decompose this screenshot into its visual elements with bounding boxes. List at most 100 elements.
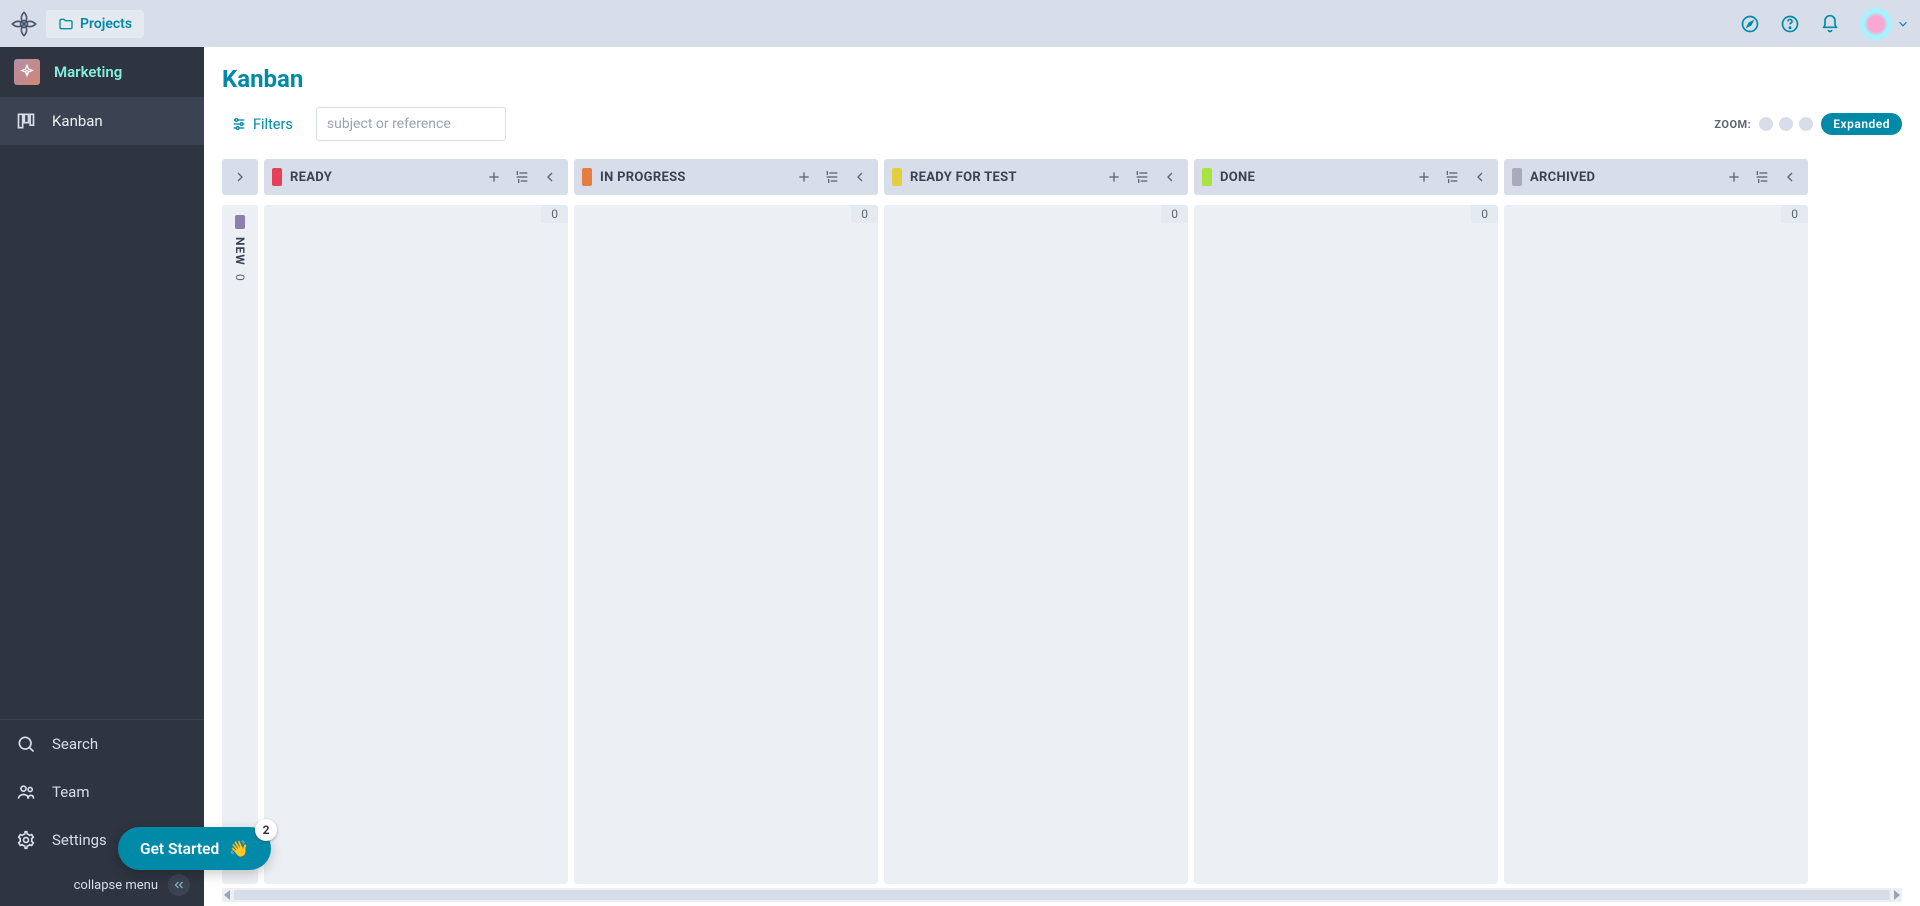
column-body[interactable]: 0 bbox=[1504, 205, 1808, 884]
column: DONE 0 bbox=[1194, 159, 1498, 884]
get-started-badge: 2 bbox=[255, 819, 277, 841]
add-card-button[interactable] bbox=[1414, 167, 1434, 187]
column-body: NEW 0 bbox=[222, 205, 258, 884]
horizontal-scrollbar[interactable] bbox=[222, 888, 1902, 902]
chevron-double-left-icon bbox=[168, 874, 190, 896]
kanban-icon bbox=[14, 109, 38, 133]
zoom-level-3[interactable] bbox=[1799, 117, 1813, 131]
chevron-down-icon bbox=[1896, 17, 1910, 31]
add-card-button[interactable] bbox=[1104, 167, 1124, 187]
column-title: READY FOR TEST bbox=[910, 170, 1096, 185]
sidebar-item-search[interactable]: Search bbox=[0, 720, 204, 768]
search-icon bbox=[14, 732, 38, 756]
search-box[interactable] bbox=[316, 107, 506, 141]
column-count: 0 bbox=[541, 205, 568, 223]
filters-button[interactable]: Filters bbox=[222, 109, 302, 140]
column-color-swatch bbox=[582, 168, 592, 186]
collapse-column-button[interactable] bbox=[540, 167, 560, 187]
get-started-button[interactable]: Get Started 👋 2 bbox=[118, 827, 271, 870]
avatar bbox=[1860, 8, 1892, 40]
discover-icon[interactable] bbox=[1734, 8, 1766, 40]
projects-label: Projects bbox=[80, 16, 132, 32]
search-input[interactable] bbox=[327, 116, 505, 132]
column-body[interactable]: 0 bbox=[264, 205, 568, 884]
collapse-column-button[interactable] bbox=[1780, 167, 1800, 187]
zoom-level-1[interactable] bbox=[1759, 117, 1773, 131]
sidebar-item-label: Kanban bbox=[52, 112, 103, 130]
zoom-level-2[interactable] bbox=[1779, 117, 1793, 131]
collapse-column-button[interactable] bbox=[850, 167, 870, 187]
column-title: READY bbox=[290, 170, 476, 185]
column-color-swatch bbox=[272, 168, 282, 186]
column: READY 0 bbox=[264, 159, 568, 884]
topbar: Projects bbox=[0, 0, 1920, 47]
column-header: IN PROGRESS bbox=[574, 159, 878, 195]
app-logo-icon[interactable] bbox=[10, 10, 38, 38]
column-title: IN PROGRESS bbox=[600, 170, 786, 185]
sidebar-item-team[interactable]: Team bbox=[0, 768, 204, 816]
sidebar-item-label: Search bbox=[52, 735, 98, 753]
sidebar-item-kanban[interactable]: Kanban bbox=[0, 97, 204, 145]
column-options-button[interactable] bbox=[1132, 167, 1152, 187]
folder-icon bbox=[58, 16, 74, 32]
column-color-swatch bbox=[1202, 168, 1212, 186]
column: READY FOR TEST 0 bbox=[884, 159, 1188, 884]
help-icon[interactable] bbox=[1774, 8, 1806, 40]
column: ARCHIVED 0 bbox=[1504, 159, 1808, 884]
column-header: DONE bbox=[1194, 159, 1498, 195]
team-icon bbox=[14, 780, 38, 804]
zoom-expanded-button[interactable]: Expanded bbox=[1821, 113, 1902, 135]
wave-icon: 👋 bbox=[229, 839, 249, 858]
zoom-control: ZOOM: Expanded bbox=[1714, 113, 1902, 135]
column-count: 0 bbox=[233, 274, 247, 281]
collapse-menu[interactable]: collapse menu bbox=[0, 864, 204, 906]
collapse-label: collapse menu bbox=[74, 878, 158, 893]
add-card-button[interactable] bbox=[484, 167, 504, 187]
column-options-button[interactable] bbox=[512, 167, 532, 187]
column-title: ARCHIVED bbox=[1530, 170, 1716, 185]
column-title: DONE bbox=[1220, 170, 1406, 185]
toolbar: Filters ZOOM: Expanded bbox=[204, 93, 1920, 159]
column-count: 0 bbox=[1161, 205, 1188, 223]
project-name: Marketing bbox=[54, 63, 122, 81]
column-body[interactable]: 0 bbox=[1194, 205, 1498, 884]
column-color-swatch bbox=[1512, 168, 1522, 186]
sidebar: Marketing Kanban Search Team bbox=[0, 47, 204, 906]
column-count: 0 bbox=[1781, 205, 1808, 223]
chevron-right-icon bbox=[230, 167, 250, 187]
column-color-swatch bbox=[892, 168, 902, 186]
column-header: ARCHIVED bbox=[1504, 159, 1808, 195]
column-options-button[interactable] bbox=[1752, 167, 1772, 187]
get-started-label: Get Started bbox=[140, 840, 219, 858]
column-header: READY FOR TEST bbox=[884, 159, 1188, 195]
content: Kanban Filters ZOOM: Expanded bbox=[204, 47, 1920, 906]
column-collapsed: NEW 0 bbox=[222, 159, 258, 884]
sidebar-item-label: Team bbox=[52, 783, 90, 801]
notifications-icon[interactable] bbox=[1814, 8, 1846, 40]
add-card-button[interactable] bbox=[1724, 167, 1744, 187]
sidebar-project[interactable]: Marketing bbox=[0, 47, 204, 97]
column-header: READY bbox=[264, 159, 568, 195]
sliders-icon bbox=[231, 116, 247, 132]
sidebar-item-label: Settings bbox=[52, 831, 107, 849]
column-title: NEW bbox=[233, 237, 247, 266]
projects-button[interactable]: Projects bbox=[46, 10, 144, 38]
column-body[interactable]: 0 bbox=[574, 205, 878, 884]
column-options-button[interactable] bbox=[1442, 167, 1462, 187]
user-menu[interactable] bbox=[1860, 8, 1910, 40]
project-icon bbox=[14, 59, 40, 85]
column: IN PROGRESS 0 bbox=[574, 159, 878, 884]
column-expand-button[interactable] bbox=[222, 159, 258, 195]
kanban-board: NEW0READY0IN PROGRESS0READY FOR TEST0DON… bbox=[204, 159, 1920, 906]
zoom-label: ZOOM: bbox=[1714, 118, 1751, 131]
column-color-swatch bbox=[235, 215, 245, 229]
column-count: 0 bbox=[1471, 205, 1498, 223]
column-options-button[interactable] bbox=[822, 167, 842, 187]
gear-icon bbox=[14, 828, 38, 852]
column-count: 0 bbox=[851, 205, 878, 223]
column-body[interactable]: 0 bbox=[884, 205, 1188, 884]
filters-label: Filters bbox=[253, 116, 293, 133]
collapse-column-button[interactable] bbox=[1470, 167, 1490, 187]
add-card-button[interactable] bbox=[794, 167, 814, 187]
collapse-column-button[interactable] bbox=[1160, 167, 1180, 187]
